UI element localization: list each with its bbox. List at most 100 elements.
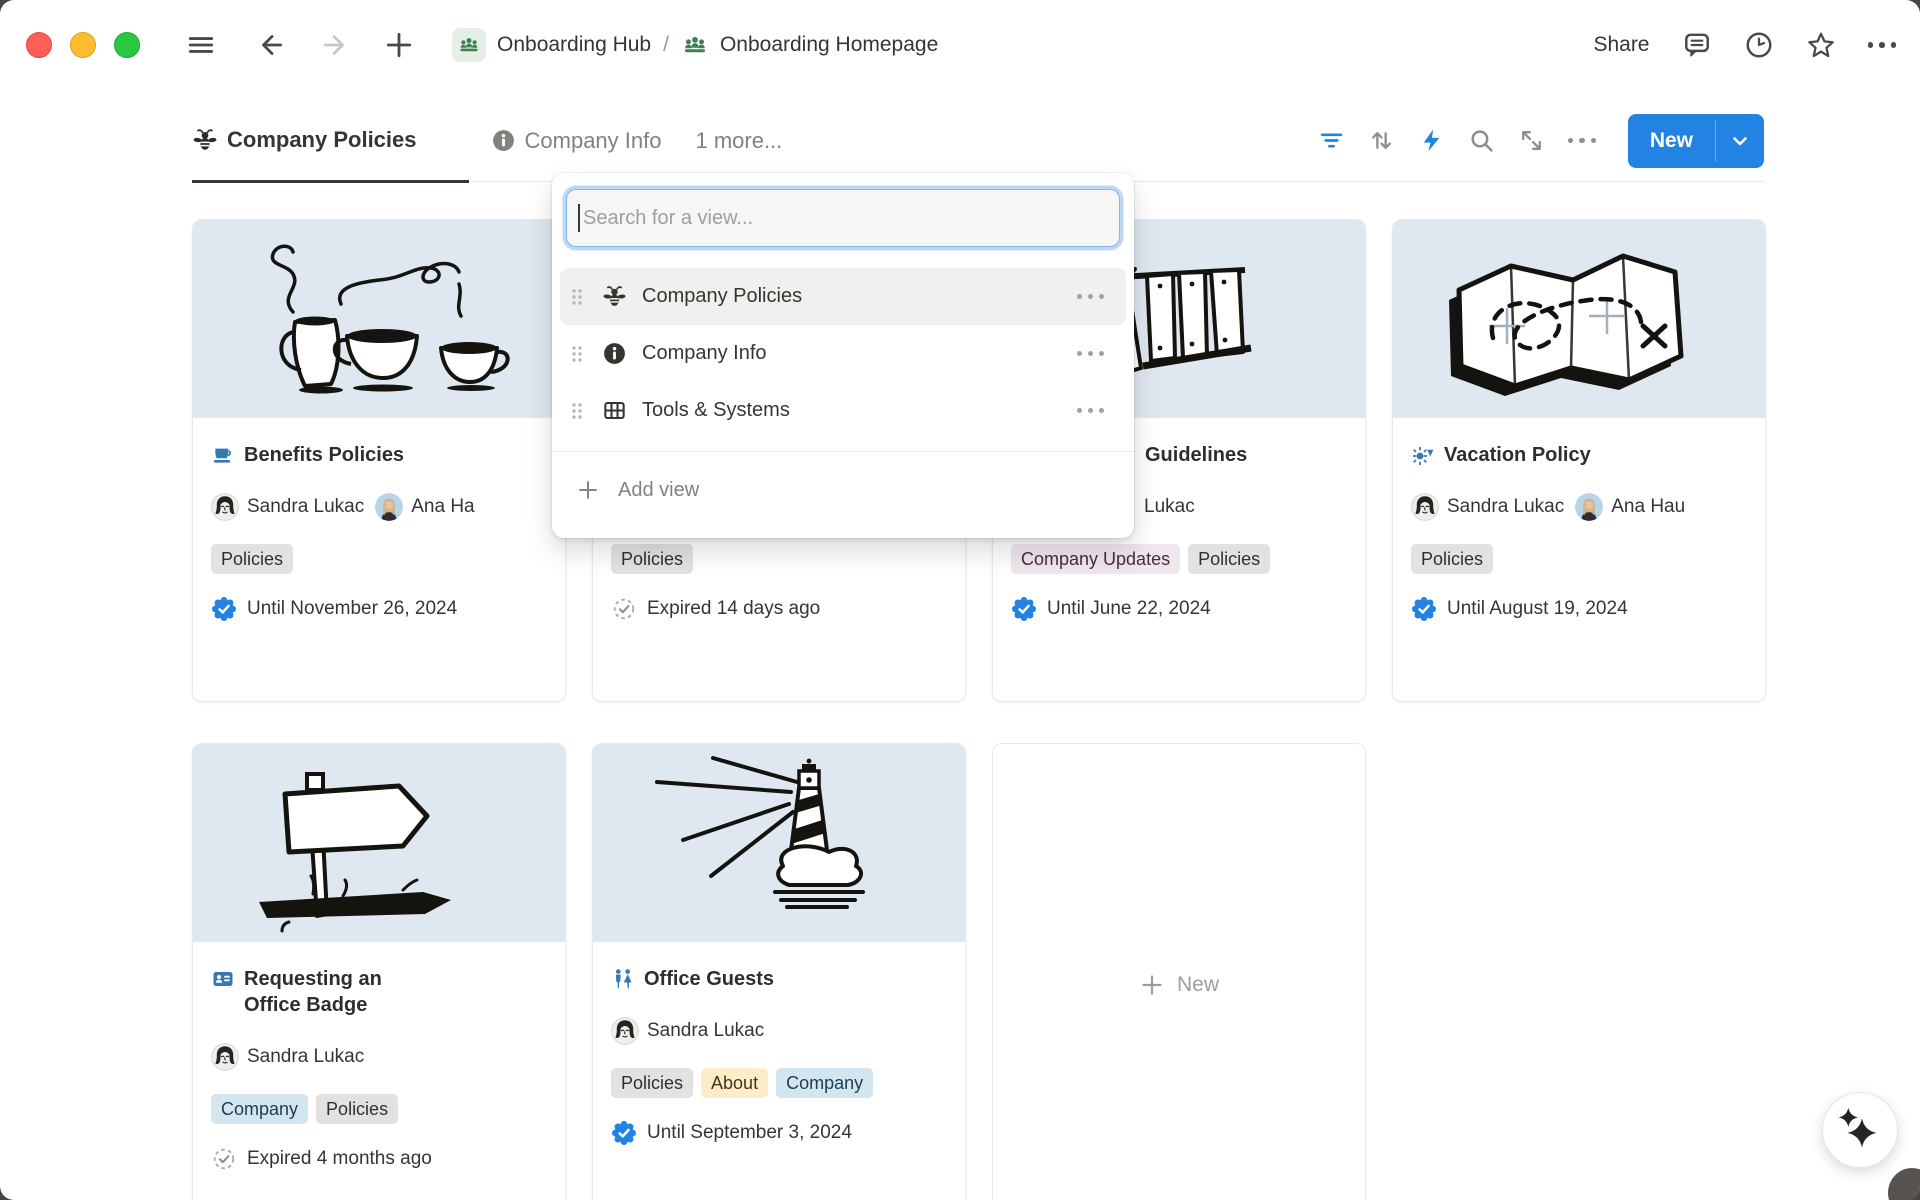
forward-button[interactable] bbox=[320, 30, 350, 60]
new-card-label: New bbox=[1177, 973, 1219, 997]
tag-policies: Policies bbox=[316, 1094, 398, 1124]
avatar bbox=[375, 493, 403, 521]
sparkles-icon bbox=[1823, 1092, 1897, 1168]
coffee-cups-doodle bbox=[193, 220, 565, 418]
view-switcher-menu: Company Policies Company Info Tools & Sy… bbox=[552, 173, 1134, 538]
tag-company-updates: Company Updates bbox=[1011, 544, 1180, 574]
menu-item-tools-systems[interactable]: Tools & Systems bbox=[560, 382, 1126, 439]
status-text: Until June 22, 2024 bbox=[1047, 598, 1211, 620]
menu-item-label: Company Info bbox=[642, 342, 767, 365]
avatar bbox=[611, 1017, 639, 1045]
status-text: Until November 26, 2024 bbox=[247, 598, 457, 620]
verified-badge-icon bbox=[1011, 596, 1037, 622]
tab-company-policies[interactable]: Company Policies bbox=[192, 100, 469, 183]
people-row: Sandra Lukac bbox=[611, 1016, 964, 1046]
add-view-button[interactable]: Add view bbox=[552, 452, 1134, 528]
signpost-doodle bbox=[193, 744, 565, 942]
two-people-icon bbox=[611, 967, 635, 991]
bee-icon bbox=[602, 284, 627, 309]
person-name: Ana Hau bbox=[1611, 496, 1685, 518]
text-cursor bbox=[578, 204, 580, 232]
breadcrumb-onboarding-homepage[interactable]: Onboarding Homepage bbox=[681, 31, 938, 59]
tab-company-info[interactable]: Company Info bbox=[491, 101, 662, 181]
ellipsis-icon bbox=[1868, 42, 1897, 48]
new-tab-button[interactable] bbox=[384, 30, 414, 60]
expired-check-icon bbox=[611, 596, 637, 622]
tags-row: Company Updates Policies bbox=[1011, 544, 1347, 574]
item-options-button[interactable] bbox=[1077, 351, 1104, 356]
tag-company: Company bbox=[211, 1094, 308, 1124]
new-button[interactable]: New bbox=[1628, 114, 1764, 168]
chevron-down-icon[interactable] bbox=[1716, 114, 1764, 168]
status-row: Until June 22, 2024 bbox=[1011, 596, 1347, 622]
card-title: Benefits Policies bbox=[244, 442, 404, 468]
verified-badge-icon bbox=[1411, 596, 1437, 622]
new-page-card[interactable]: New bbox=[992, 743, 1366, 1200]
menu-item-label: Company Policies bbox=[642, 285, 802, 308]
drag-handle-icon[interactable] bbox=[570, 344, 584, 364]
id-badge-icon bbox=[211, 967, 235, 991]
status-row: Expired 4 months ago bbox=[211, 1146, 547, 1172]
more-options-button[interactable] bbox=[1868, 42, 1897, 48]
automations-bolt-button[interactable] bbox=[1414, 123, 1450, 159]
expand-view-button[interactable] bbox=[1514, 123, 1550, 159]
breadcrumb-onboarding-hub[interactable]: Onboarding Hub bbox=[452, 28, 651, 62]
view-options-button[interactable] bbox=[1564, 123, 1600, 159]
zoom-window-button[interactable] bbox=[114, 32, 140, 58]
status-text: Expired 14 days ago bbox=[647, 598, 820, 620]
person-name: Sandra Lukac bbox=[647, 1020, 764, 1042]
status-row: Expired 14 days ago bbox=[611, 596, 947, 622]
drag-handle-icon[interactable] bbox=[570, 401, 584, 421]
back-button[interactable] bbox=[256, 30, 286, 60]
avatar bbox=[211, 1043, 239, 1071]
tags-row: Policies bbox=[211, 544, 547, 574]
tag-company: Company bbox=[776, 1068, 873, 1098]
drag-handle-icon[interactable] bbox=[570, 287, 584, 307]
breadcrumb-root-label: Onboarding Hub bbox=[497, 33, 651, 57]
sun-icon bbox=[1411, 443, 1435, 467]
search-button[interactable] bbox=[1464, 123, 1500, 159]
comments-button[interactable] bbox=[1682, 30, 1712, 60]
tab-label: Company Policies bbox=[227, 127, 417, 153]
menu-item-company-policies[interactable]: Company Policies bbox=[560, 268, 1126, 325]
avatar bbox=[211, 493, 239, 521]
ai-assistant-button[interactable] bbox=[1822, 1092, 1898, 1168]
view-list: Company Policies Company Info Tools & Sy… bbox=[552, 268, 1134, 439]
sort-button[interactable] bbox=[1364, 123, 1400, 159]
avatar bbox=[1575, 493, 1603, 521]
status-row: Until November 26, 2024 bbox=[211, 596, 547, 622]
updates-clock-button[interactable] bbox=[1744, 30, 1774, 60]
add-view-label: Add view bbox=[618, 479, 699, 502]
share-button[interactable]: Share bbox=[1593, 33, 1649, 57]
view-search-input[interactable] bbox=[566, 189, 1120, 247]
item-options-button[interactable] bbox=[1077, 294, 1104, 299]
card-office-guests[interactable]: Office Guests Sandra Lukac Policies Abou… bbox=[592, 743, 966, 1200]
titlebar-actions: Share bbox=[1593, 0, 1896, 90]
window-controls bbox=[26, 32, 140, 58]
sidebar-menu-button[interactable] bbox=[186, 30, 216, 60]
info-icon bbox=[602, 341, 627, 366]
tab-label: Company Info bbox=[525, 128, 662, 154]
card-office-badge[interactable]: Requesting an Office Badge Sandra Lukac … bbox=[192, 743, 566, 1200]
more-views-link[interactable]: 1 more... bbox=[695, 128, 782, 154]
tag-policies: Policies bbox=[611, 544, 693, 574]
table-icon bbox=[602, 398, 627, 423]
team-icon bbox=[681, 31, 709, 59]
breadcrumb-page-label: Onboarding Homepage bbox=[720, 33, 938, 57]
breadcrumb: Onboarding Hub / Onboarding Homepage bbox=[452, 28, 938, 62]
corner-peek-shape bbox=[1888, 1168, 1920, 1200]
menu-item-company-info[interactable]: Company Info bbox=[560, 325, 1126, 382]
people-row: Sandra Lukac bbox=[211, 1042, 564, 1072]
app-window: Onboarding Hub / Onboarding Homepage Sha… bbox=[0, 0, 1920, 1200]
item-options-button[interactable] bbox=[1077, 408, 1104, 413]
card-vacation-policy[interactable]: Vacation Policy Sandra Lukac Ana Hau Pol… bbox=[1392, 219, 1766, 702]
status-text: Until September 3, 2024 bbox=[647, 1122, 852, 1144]
avatar bbox=[1411, 493, 1439, 521]
minimize-window-button[interactable] bbox=[70, 32, 96, 58]
view-toolbar: New bbox=[1314, 114, 1764, 168]
close-window-button[interactable] bbox=[26, 32, 52, 58]
favorite-star-button[interactable] bbox=[1806, 30, 1836, 60]
card-benefits-policies[interactable]: Benefits Policies Sandra Lukac Ana Ha Po… bbox=[192, 219, 566, 702]
status-text: Until August 19, 2024 bbox=[1447, 598, 1628, 620]
filter-button[interactable] bbox=[1314, 123, 1350, 159]
